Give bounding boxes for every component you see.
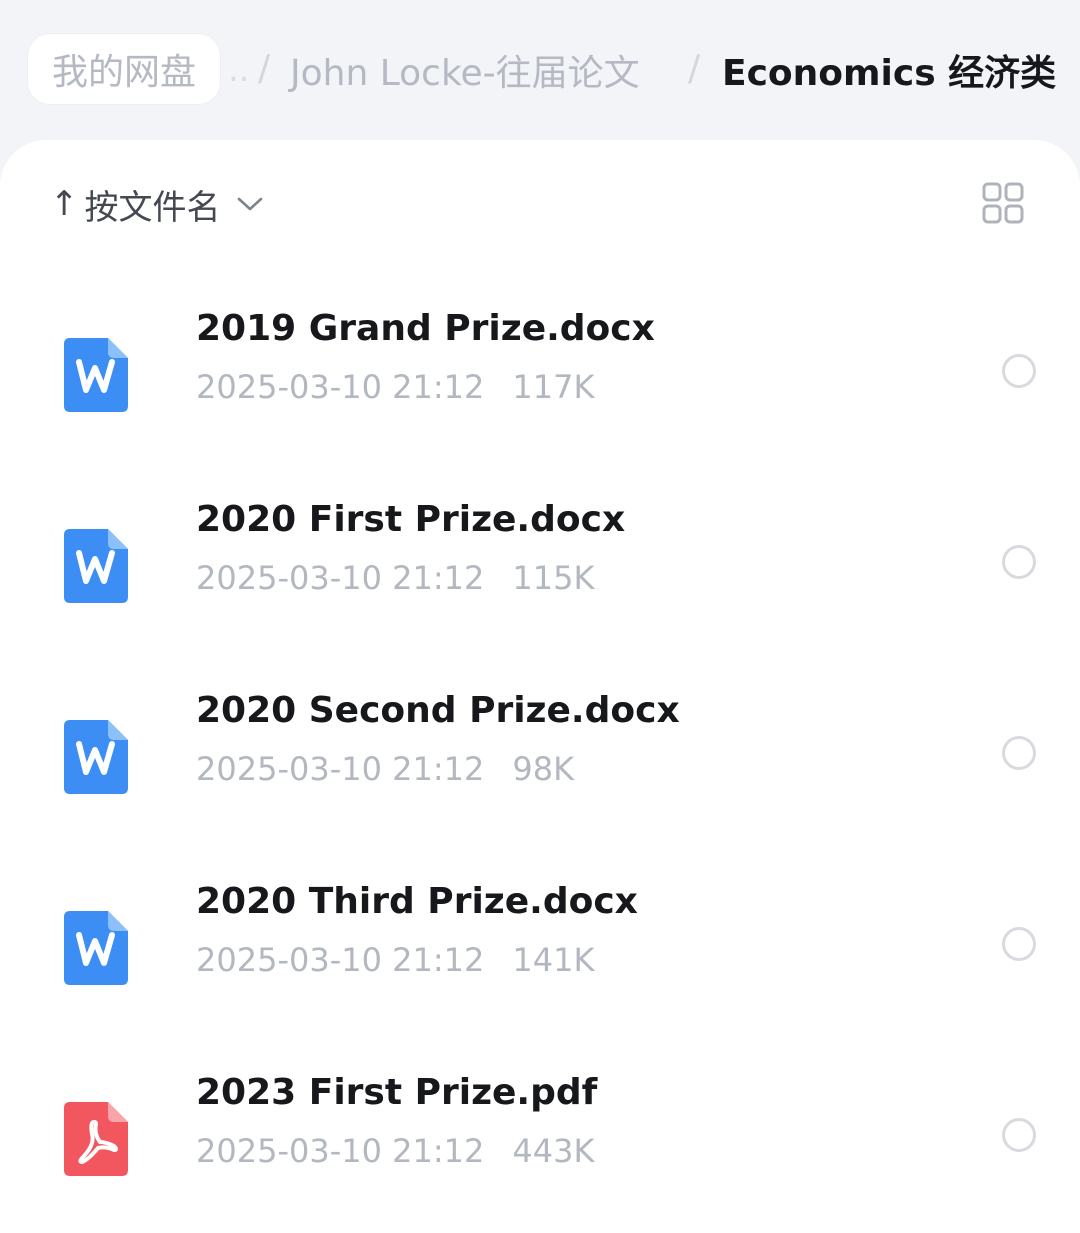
select-checkbox[interactable] bbox=[1002, 545, 1036, 579]
file-meta: 2025-03-10 21:12 98K bbox=[196, 750, 574, 788]
file-row[interactable]: 2023 First Prize.pdf 2025-03-10 21:12 443… bbox=[0, 1064, 1080, 1224]
file-name: 2020 Second Prize.docx bbox=[196, 690, 680, 731]
file-date: 2025-03-10 21:12 bbox=[196, 750, 485, 788]
chevron-down-icon bbox=[237, 197, 262, 211]
file-date: 2025-03-10 21:12 bbox=[196, 368, 485, 406]
breadcrumb: 我的网盘 .. / John Locke-往届论文 / Economics 经济… bbox=[0, 0, 1080, 160]
sort-label: 按文件名 bbox=[84, 187, 221, 228]
breadcrumb-separator: / bbox=[688, 48, 701, 89]
breadcrumb-root-button[interactable]: 我的网盘 bbox=[28, 34, 221, 104]
breadcrumb-current-folder: Economics 经济类 bbox=[722, 53, 1057, 94]
file-size: 117K bbox=[512, 368, 595, 406]
select-checkbox[interactable] bbox=[1002, 1118, 1036, 1152]
file-size: 115K bbox=[512, 559, 595, 597]
file-size: 141K bbox=[512, 941, 595, 979]
word-file-icon bbox=[64, 720, 128, 794]
select-checkbox[interactable] bbox=[1002, 927, 1036, 961]
file-meta: 2025-03-10 21:12 141K bbox=[196, 941, 594, 979]
file-date: 2025-03-10 21:12 bbox=[196, 1132, 485, 1170]
breadcrumb-separator: / bbox=[258, 48, 271, 89]
file-meta: 2025-03-10 21:12 115K bbox=[196, 559, 594, 597]
word-file-icon bbox=[64, 911, 128, 985]
file-meta: 2025-03-10 21:12 117K bbox=[196, 368, 594, 406]
pdf-file-icon bbox=[64, 1102, 128, 1176]
breadcrumb-folder-john-locke[interactable]: John Locke-往届论文 bbox=[290, 44, 640, 96]
select-checkbox[interactable] bbox=[1002, 354, 1036, 388]
file-name: 2023 First Prize.pdf bbox=[196, 1072, 598, 1113]
file-size: 443K bbox=[512, 1132, 595, 1170]
file-name: 2020 Third Prize.docx bbox=[196, 881, 638, 922]
file-row[interactable]: 2020 Third Prize.docx 2025-03-10 21:12 14… bbox=[0, 873, 1080, 1033]
file-date: 2025-03-10 21:12 bbox=[196, 559, 485, 597]
sort-arrow-up-icon: ↑ bbox=[50, 184, 79, 224]
select-checkbox[interactable] bbox=[1002, 736, 1036, 770]
file-row[interactable]: 2019 Grand Prize.docx 2025-03-10 21:12 11… bbox=[0, 300, 1080, 460]
grid-view-icon[interactable] bbox=[982, 182, 1024, 224]
file-size: 98K bbox=[512, 750, 575, 788]
file-name: 2020 First Prize.docx bbox=[196, 499, 626, 540]
file-row[interactable]: 2020 Second Prize.docx 2025-03-10 21:12 9… bbox=[0, 682, 1080, 842]
word-file-icon bbox=[64, 338, 128, 412]
word-file-icon bbox=[64, 529, 128, 603]
file-date: 2025-03-10 21:12 bbox=[196, 941, 485, 979]
sort-selector[interactable]: ↑ 按文件名 bbox=[50, 178, 263, 230]
file-meta: 2025-03-10 21:12 443K bbox=[196, 1132, 594, 1170]
file-row[interactable]: 2020 First Prize.docx 2025-03-10 21:12 11… bbox=[0, 491, 1080, 651]
file-name: 2019 Grand Prize.docx bbox=[196, 308, 655, 349]
breadcrumb-ellipsis[interactable]: .. bbox=[228, 50, 250, 90]
breadcrumb-root-label: 我的网盘 bbox=[52, 52, 197, 93]
